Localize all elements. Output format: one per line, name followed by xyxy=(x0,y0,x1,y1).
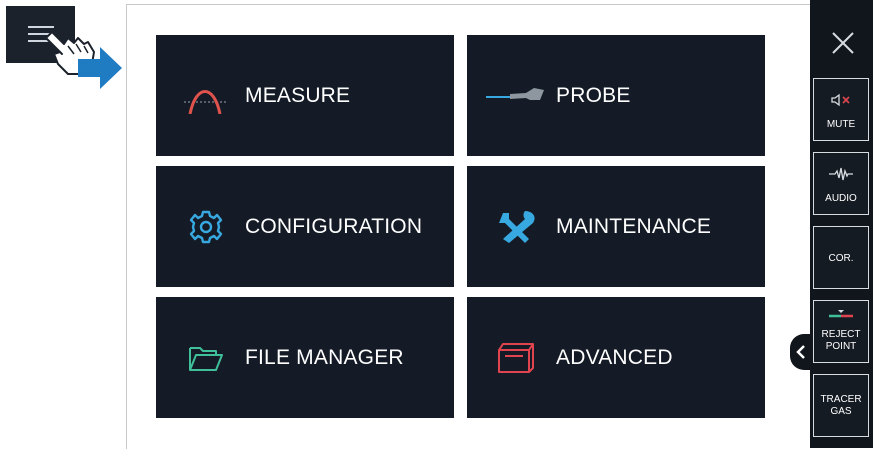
file-manager-tile[interactable]: FILE MANAGER xyxy=(156,297,454,418)
reject-point-button[interactable]: REJECT POINT xyxy=(813,300,869,363)
file-manager-label: FILE MANAGER xyxy=(245,345,404,369)
cor-label: COR. xyxy=(828,253,854,264)
arrow-right-icon xyxy=(78,47,122,89)
cor-button[interactable]: COR. xyxy=(813,226,869,289)
advanced-tile[interactable]: ADVANCED xyxy=(467,297,765,418)
measure-curve-icon xyxy=(184,89,228,114)
right-sidebar: MUTE AUDIO COR. REJECT POINT TRACER GAS xyxy=(810,0,873,448)
main-menu-screen: MEASURE PROBE CONFIGURATION MAINTENANCE xyxy=(126,4,811,449)
measure-tile[interactable]: MEASURE xyxy=(156,35,454,156)
audio-label: AUDIO xyxy=(825,193,857,204)
speaker-mute-icon xyxy=(831,93,850,107)
advanced-label: ADVANCED xyxy=(556,345,673,369)
probe-label: PROBE xyxy=(556,83,631,107)
folder-icon xyxy=(189,346,223,371)
reject-point-icon xyxy=(829,310,853,318)
configuration-label: CONFIGURATION xyxy=(245,214,423,238)
tracer-gas-label-line2: GAS xyxy=(830,406,852,417)
wrench-screwdriver-icon xyxy=(499,210,535,243)
probe-icon xyxy=(486,87,544,100)
reject-point-label-line2: POINT xyxy=(825,341,857,352)
box-icon xyxy=(498,342,534,373)
maintenance-label: MAINTENANCE xyxy=(556,214,712,238)
mute-label: MUTE xyxy=(826,119,856,130)
reject-point-label-line1: REJECT xyxy=(821,329,861,340)
close-icon[interactable] xyxy=(828,28,858,58)
audio-button[interactable]: AUDIO xyxy=(813,152,869,215)
tracer-gas-label-line1: TRACER xyxy=(820,394,862,405)
probe-tile[interactable]: PROBE xyxy=(467,35,765,156)
mute-button[interactable]: MUTE xyxy=(813,78,869,141)
maintenance-tile[interactable]: MAINTENANCE xyxy=(467,166,765,287)
tracer-gas-button[interactable]: TRACER GAS xyxy=(813,374,869,437)
gear-icon xyxy=(189,210,223,243)
configuration-tile[interactable]: CONFIGURATION xyxy=(156,166,454,287)
audio-wave-icon xyxy=(829,167,853,181)
measure-label: MEASURE xyxy=(245,83,351,107)
